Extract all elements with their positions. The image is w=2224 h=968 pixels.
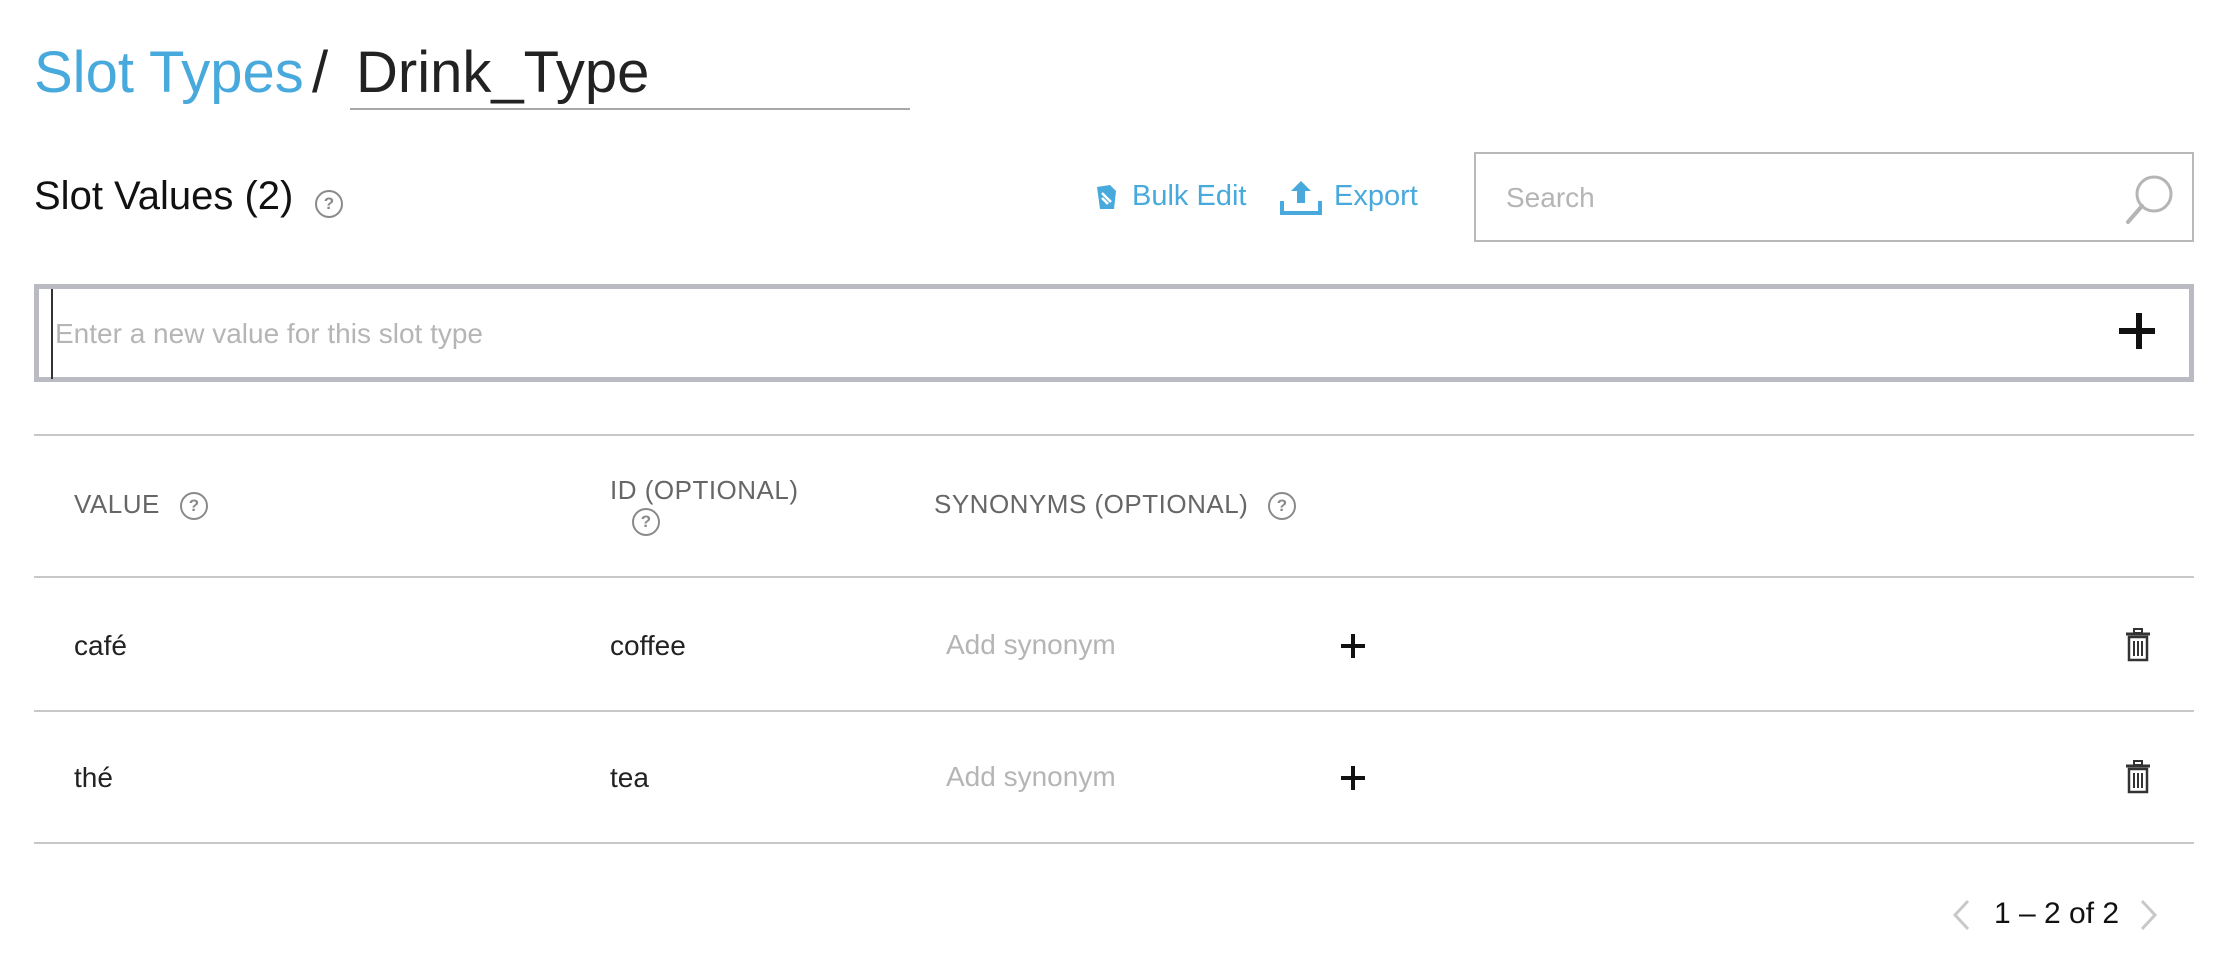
search-input[interactable] [1504,154,2108,242]
export-button[interactable]: Export [1280,175,1418,217]
search-icon[interactable] [2122,172,2178,228]
bulk-edit-button[interactable]: Bulk Edit [1094,175,1246,217]
add-synonym-input[interactable] [944,628,1308,662]
chevron-left-icon[interactable] [1950,898,1972,932]
bulk-edit-icon [1097,185,1116,210]
export-upload-icon [1280,181,1322,216]
slot-type-name-input[interactable] [350,36,910,110]
column-header-synonyms: SYNONYMS (OPTIONAL) [934,489,1249,519]
add-synonym-plus-icon[interactable] [1341,634,1365,658]
add-synonym-plus-icon[interactable] [1341,766,1365,790]
chevron-right-icon[interactable] [2138,898,2160,932]
new-value-field [34,284,2194,382]
add-value-plus-icon[interactable] [2119,313,2159,353]
trash-icon[interactable] [2124,628,2152,662]
table-bottom-divider [34,842,2194,844]
search-box [1474,152,2194,242]
table-top-divider [34,434,2194,436]
row-value[interactable]: thé [74,760,113,796]
help-icon[interactable]: ? [1268,492,1296,520]
pagination-text: 1 – 2 of 2 [1994,897,2120,930]
new-value-input[interactable] [51,289,1957,379]
row-id[interactable]: tea [610,760,649,796]
section-title: Slot Values (2) [34,174,294,218]
row-value[interactable]: café [74,628,127,664]
column-header-label: VALUE [74,489,160,519]
trash-icon[interactable] [2124,760,2152,794]
bulk-edit-label: Bulk Edit [1132,180,1247,212]
breadcrumb-separator: / [312,40,329,105]
add-synonym-input[interactable] [944,760,1308,794]
help-icon[interactable]: ? [315,190,343,218]
row-id[interactable]: coffee [610,628,686,664]
row-divider [34,710,2194,712]
help-icon[interactable]: ? [632,508,660,536]
export-label: Export [1334,180,1418,212]
help-icon[interactable]: ? [180,492,208,520]
column-header-value: VALUE [74,488,160,520]
breadcrumb-slot-types-link[interactable]: Slot Types [34,36,304,110]
table-header-divider [34,576,2194,578]
column-header-id: ID (OPTIONAL) [610,475,799,505]
